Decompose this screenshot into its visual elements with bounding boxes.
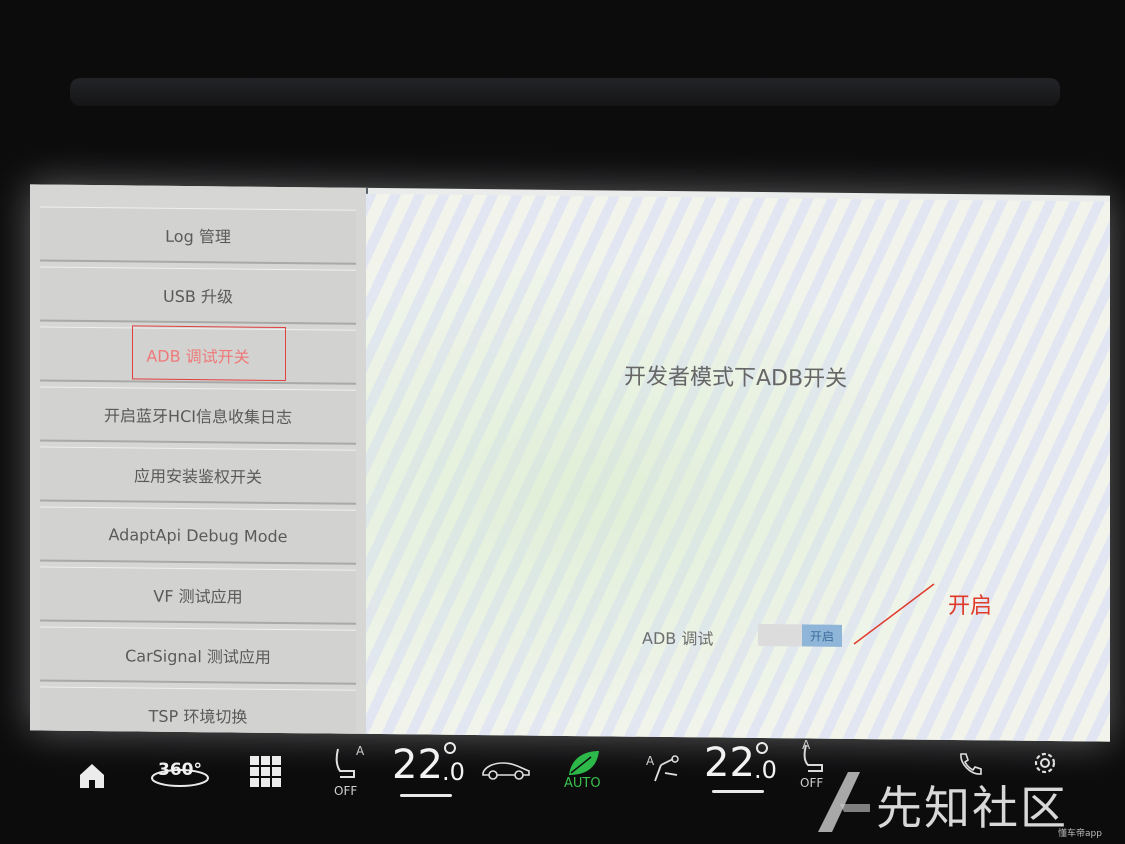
watermark-logo-icon <box>814 768 874 838</box>
passenger-temperature[interactable]: 22 <box>704 740 755 786</box>
menu-item-label: AdaptApi Debug Mode <box>108 524 288 546</box>
passenger-seat-badge: A <box>802 738 811 752</box>
menu-item-app-install-auth[interactable]: 应用安装鉴权开关 <box>40 446 356 505</box>
eco-leaf-icon[interactable] <box>564 746 604 780</box>
driver-temp-indicator <box>400 794 452 797</box>
driver-seat-badge: A <box>356 744 365 758</box>
menu-item-bluetooth-hci-log[interactable]: 开启蓝牙HCI信息收集日志 <box>40 386 356 445</box>
degree-symbol <box>756 742 768 754</box>
menu-item-label: USB 升级 <box>163 286 233 307</box>
menu-item-label: Log 管理 <box>165 226 231 247</box>
menu-item-usb-upgrade[interactable]: USB 升级 <box>40 266 356 325</box>
watermark-subtext: 懂车帝app <box>1058 829 1102 839</box>
passenger-temp-indicator <box>712 790 764 793</box>
watermark-text: 先知社区 <box>876 781 1068 835</box>
menu-item-label: CarSignal 测试应用 <box>125 646 271 667</box>
360-view-label: 360° <box>158 760 202 780</box>
driver-temperature[interactable]: 22 <box>392 742 443 788</box>
home-icon[interactable] <box>74 758 110 794</box>
auto-climate-label[interactable]: AUTO <box>564 776 601 791</box>
developer-menu-sidebar: Log 管理 USB 升级 ADB 调试开关 开启蓝牙HCI信息收集日志 应用安… <box>30 184 368 734</box>
degree-symbol <box>444 742 456 754</box>
annotation-highlight-box <box>132 325 286 382</box>
fan-badge: A <box>646 754 655 768</box>
passenger-temperature-decimal: .0 <box>754 756 777 784</box>
driver-temperature-decimal: .0 <box>442 758 465 786</box>
menu-item-tsp-env-switch[interactable]: TSP 环境切换 <box>40 686 356 734</box>
menu-item-vf-test-app[interactable]: VF 测试应用 <box>40 566 356 625</box>
apps-grid-icon[interactable] <box>248 754 284 790</box>
menu-item-label: VF 测试应用 <box>153 586 243 607</box>
toggle-thumb: 开启 <box>802 624 842 647</box>
menu-item-label: 开启蓝牙HCI信息收集日志 <box>104 406 292 428</box>
annotation-label: 开启 <box>948 594 993 619</box>
adb-settings-panel: 开发者模式下ADB开关 ADB 调试 开启 <box>366 193 1110 742</box>
adb-debug-label: ADB 调试 <box>642 628 714 649</box>
page-title: 开发者模式下ADB开关 <box>624 364 848 392</box>
head-unit-screen: Log 管理 USB 升级 ADB 调试开关 开启蓝牙HCI信息收集日志 应用安… <box>30 184 1110 742</box>
menu-item-log-management[interactable]: Log 管理 <box>40 206 356 265</box>
adb-debug-toggle[interactable]: 开启 <box>758 623 842 647</box>
menu-item-label: 应用安装鉴权开关 <box>133 466 262 487</box>
annotation-arrow-line <box>853 583 935 645</box>
menu-item-adaptapi-debug[interactable]: AdaptApi Debug Mode <box>40 506 356 565</box>
360-view-icon[interactable]: 360° <box>148 754 212 794</box>
driver-seat-status: OFF <box>334 784 358 798</box>
menu-item-label: TSP 环境切换 <box>148 706 248 727</box>
car-icon[interactable] <box>478 756 534 782</box>
menu-item-carsignal-test-app[interactable]: CarSignal 测试应用 <box>40 626 356 685</box>
display-bezel <box>70 78 1060 106</box>
